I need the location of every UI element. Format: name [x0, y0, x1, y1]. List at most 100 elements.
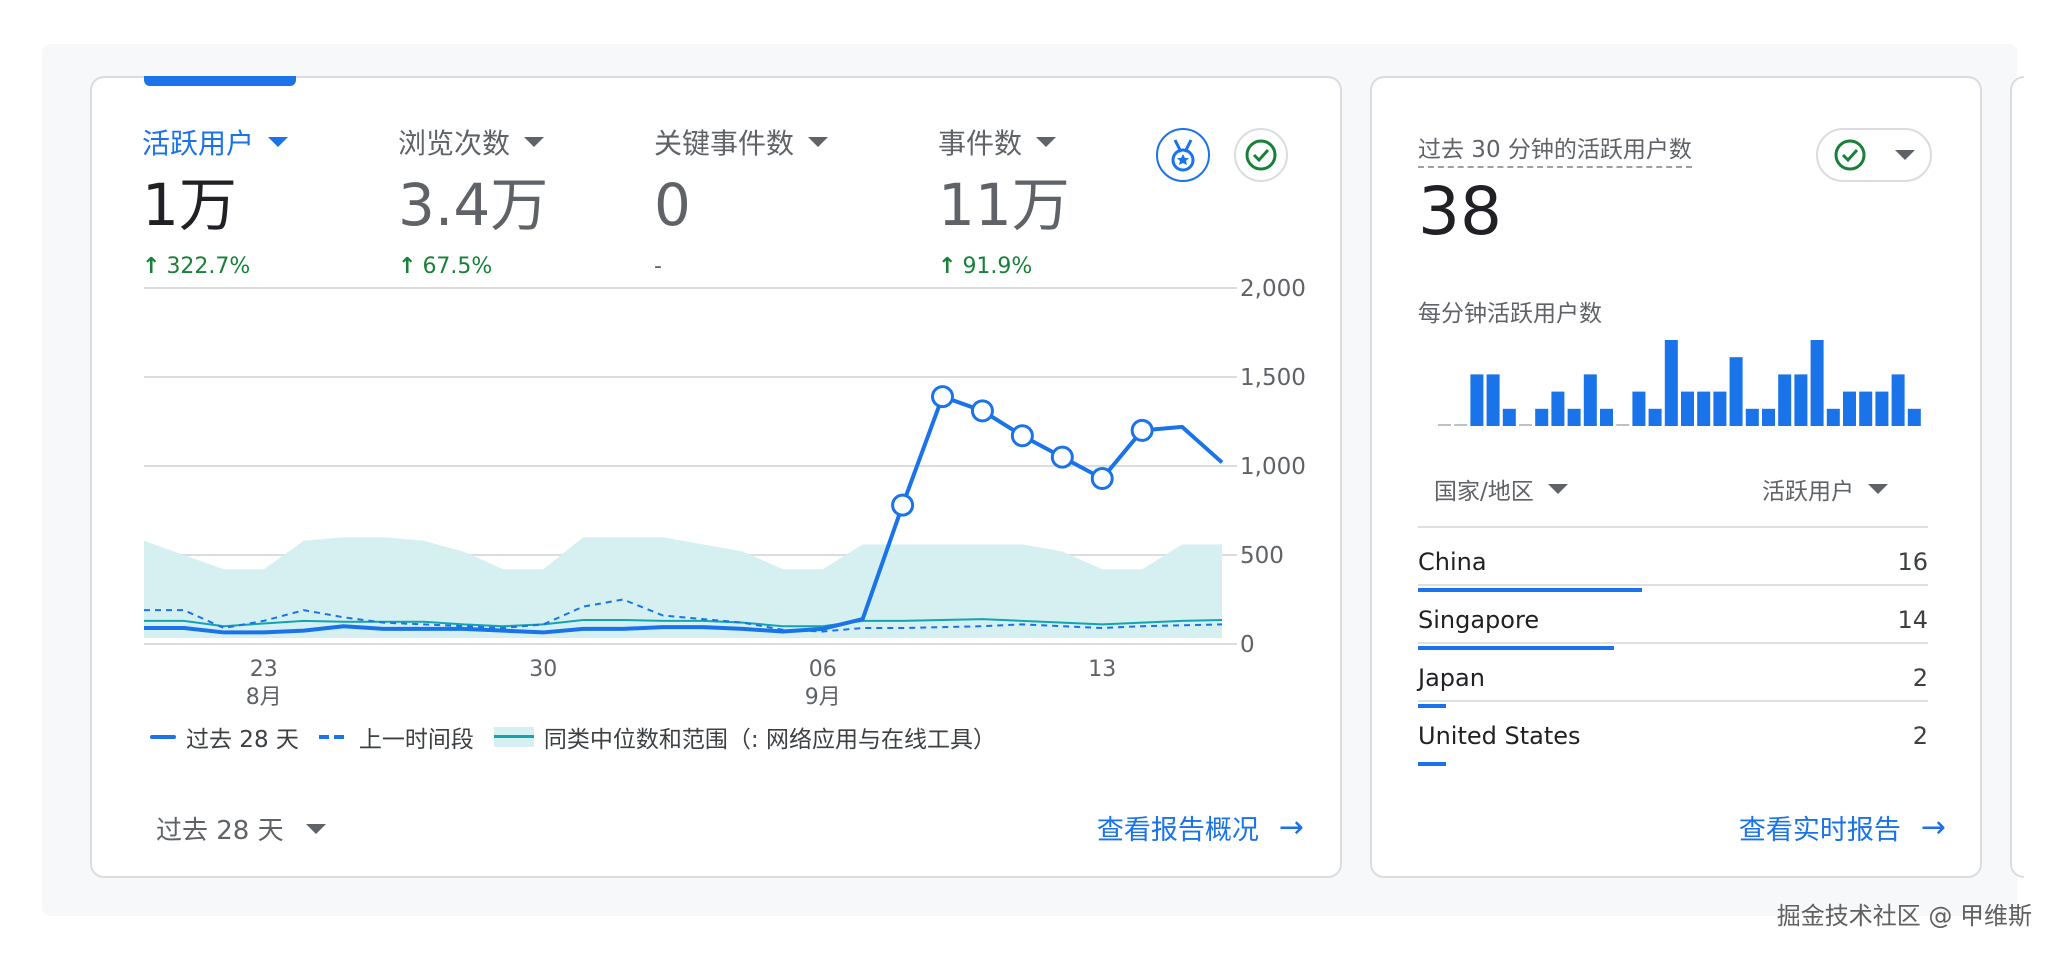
- table-row: Singapore 14: [1418, 596, 1928, 654]
- minute-bar[interactable]: [1843, 391, 1856, 426]
- x-tick-label: 30: [529, 657, 557, 682]
- data-point[interactable]: [970, 399, 994, 423]
- minute-bar[interactable]: [1875, 391, 1889, 426]
- arrow-right-icon: →: [1920, 810, 1946, 845]
- legend-label: 过去 28 天: [186, 727, 299, 753]
- user-count: 2: [1912, 664, 1928, 692]
- chart: 2,000 1,500 1,000 500 0 23 8月 30 06 9月 13: [144, 276, 1306, 710]
- table-row: Japan 2: [1418, 654, 1928, 712]
- minute-bar[interactable]: [1713, 391, 1727, 426]
- minute-bar[interactable]: [1470, 374, 1484, 426]
- minute-bar[interactable]: [1762, 408, 1775, 426]
- realtime-title[interactable]: 过去 30 分钟的活跃用户数: [1418, 130, 1692, 168]
- legend-item: 同类中位数和范围（: 网络应用与在线工具）: [493, 720, 996, 754]
- minute-bar[interactable]: [1551, 391, 1565, 426]
- caret-down-icon: [1868, 484, 1888, 494]
- legend-label: 同类中位数和范围（: 网络应用与在线工具）: [543, 727, 996, 753]
- data-point[interactable]: [931, 385, 955, 409]
- view-report-link[interactable]: 查看报告概况 →: [1097, 808, 1304, 847]
- date-range-label: 过去 28 天: [156, 816, 284, 846]
- check-circle-icon: [1834, 139, 1866, 171]
- minute-bar[interactable]: [1729, 357, 1743, 426]
- x-tick-label: 23: [250, 657, 278, 682]
- x-axis-labels: 23 8月 30 06 9月 13: [246, 657, 1116, 710]
- country-name: United States: [1418, 722, 1581, 750]
- user-count: 14: [1897, 606, 1928, 634]
- legend-item: 上一时间段: [318, 720, 474, 754]
- realtime-status-dropdown[interactable]: [1816, 128, 1932, 182]
- minute-bar[interactable]: [1745, 408, 1759, 426]
- user-count: 16: [1897, 548, 1928, 576]
- data-point[interactable]: [1090, 466, 1114, 490]
- data-points: [891, 385, 1154, 517]
- minute-bar[interactable]: [1502, 408, 1516, 426]
- legend-item: 过去 28 天: [150, 720, 299, 754]
- y-tick-label: 2,000: [1240, 276, 1306, 302]
- minute-bar[interactable]: [1859, 391, 1873, 426]
- minute-bar[interactable]: [1664, 340, 1678, 426]
- minute-bar[interactable]: [1907, 408, 1921, 426]
- chart-legend: 过去 28 天 上一时间段 同类中位数和范围（: 网络应用与在线工具）: [150, 720, 1016, 754]
- band-swatch: [493, 727, 534, 747]
- link-label: 查看实时报告: [1738, 815, 1901, 846]
- data-point[interactable]: [1010, 424, 1034, 448]
- table-row: United States 2: [1418, 712, 1928, 770]
- minute-bar[interactable]: [1632, 391, 1646, 426]
- share-bar: [1418, 646, 1615, 650]
- minute-bar[interactable]: [1454, 424, 1468, 426]
- data-point[interactable]: [891, 493, 915, 517]
- minute-bar[interactable]: [1616, 424, 1630, 426]
- country-name: Singapore: [1418, 606, 1540, 634]
- minute-bar[interactable]: [1826, 408, 1840, 426]
- minute-bar[interactable]: [1778, 374, 1792, 426]
- share-bar: [1418, 762, 1447, 766]
- divider: [1418, 642, 1928, 644]
- divider: [1418, 526, 1928, 528]
- column-label: 国家/地区: [1434, 479, 1534, 505]
- realtime-value: 38: [1418, 173, 1502, 250]
- caret-down-icon: [305, 823, 326, 834]
- share-bar: [1418, 588, 1643, 592]
- caret-down-icon: [1547, 484, 1568, 494]
- y-tick-label: 1,000: [1240, 454, 1306, 480]
- users-column-header[interactable]: 活跃用户: [1762, 472, 1888, 506]
- solid-line-swatch: [150, 735, 176, 739]
- minute-bar[interactable]: [1519, 424, 1532, 426]
- next-card-edge: [2010, 76, 2024, 878]
- arrow-right-icon: →: [1278, 810, 1304, 845]
- y-tick-label: 1,500: [1240, 365, 1306, 391]
- divider: [1418, 584, 1928, 586]
- view-realtime-link[interactable]: 查看实时报告 →: [1739, 808, 1946, 847]
- x-tick-label: 13: [1088, 657, 1116, 682]
- minute-bar[interactable]: [1535, 408, 1549, 426]
- legend-label: 上一时间段: [358, 727, 474, 753]
- data-point[interactable]: [1130, 418, 1154, 442]
- minute-bar[interactable]: [1697, 391, 1711, 426]
- per-minute-title: 每分钟活跃用户数: [1418, 301, 1602, 327]
- minute-bar[interactable]: [1567, 408, 1581, 426]
- x-tick-month: 9月: [805, 685, 841, 710]
- minute-bar[interactable]: [1794, 374, 1808, 426]
- minute-bar[interactable]: [1583, 374, 1597, 426]
- divider: [1418, 700, 1928, 702]
- x-tick-month: 8月: [246, 685, 282, 710]
- date-range-select[interactable]: 过去 28 天: [156, 810, 326, 847]
- minute-bar[interactable]: [1810, 340, 1824, 426]
- y-axis-labels: 2,000 1,500 1,000 500 0: [1240, 276, 1306, 658]
- minute-bar[interactable]: [1891, 374, 1905, 426]
- per-minute-bar-chart: [1438, 340, 1921, 426]
- data-point[interactable]: [1050, 445, 1074, 469]
- country-column-header[interactable]: 国家/地区: [1434, 472, 1568, 506]
- minute-bar[interactable]: [1438, 424, 1451, 426]
- country-name: Japan: [1418, 664, 1485, 692]
- minute-bar[interactable]: [1648, 408, 1662, 426]
- y-tick-label: 500: [1240, 543, 1284, 569]
- dashed-line-swatch: [318, 735, 349, 739]
- overview-card: 活跃用户 1万 ↑ 322.7% 浏览次数 3.4万 ↑ 67.5% 关键事件数 0…: [90, 76, 1342, 878]
- minute-bar[interactable]: [1600, 408, 1613, 426]
- realtime-card: 过去 30 分钟的活跃用户数 38 每分钟活跃用户数 国家/地区 活跃用户 Ch…: [1370, 76, 1982, 878]
- minute-bar[interactable]: [1486, 374, 1500, 426]
- table-row: China 16: [1418, 538, 1928, 596]
- user-count: 2: [1912, 722, 1928, 750]
- minute-bar[interactable]: [1681, 391, 1694, 426]
